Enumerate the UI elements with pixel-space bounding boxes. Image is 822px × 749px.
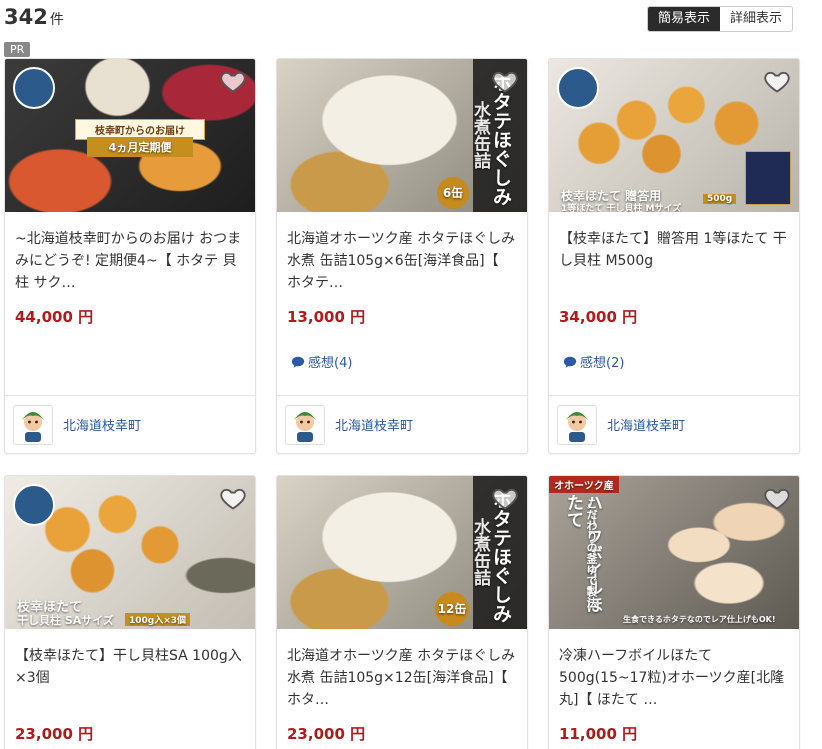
product-price: 11,000 円 <box>559 725 638 743</box>
pr-badge: PR <box>4 42 31 57</box>
product-price: 13,000 円 <box>287 308 366 326</box>
favorite-heart-icon[interactable] <box>763 484 791 512</box>
product-card[interactable]: オホーツク産 ハーフボイルほたて こだわりの釜ゆで製法 生食できるホタテなのでレ… <box>548 475 800 749</box>
favorite-heart-icon[interactable] <box>219 67 247 95</box>
shop-mascot-icon <box>285 404 325 445</box>
image-caption: オホーツク産 <box>549 476 619 493</box>
product-title[interactable]: 北海道オホーツク産 ホタテほぐしみ水煮 缶詰105g×12缶[海洋食品]【 ホタ… <box>277 645 527 711</box>
favorite-heart-icon[interactable] <box>219 484 247 512</box>
result-count: 342 件 <box>4 5 64 29</box>
review-count[interactable]: 感想(2) <box>580 352 624 371</box>
image-caption: こだわりの釜ゆで製法 <box>585 498 598 608</box>
product-price: 23,000 円 <box>287 725 366 743</box>
product-price: 44,000 円 <box>15 308 94 326</box>
speech-bubble-icon <box>291 356 305 368</box>
gift-box <box>745 151 791 205</box>
image-caption: 干し貝柱 SAサイズ <box>17 614 114 627</box>
image-caption: 生食できるホタテなのでレア仕上げもOK! <box>623 615 776 624</box>
image-caption: 水煮缶詰 <box>470 518 490 586</box>
result-count-unit: 件 <box>49 12 64 28</box>
shop-emblem <box>557 67 599 109</box>
image-caption: 4ヵ月定期便 <box>87 137 193 157</box>
product-title[interactable]: 冷凍ハーフボイルほたて500g(15~17粒)オホーツク産[北隆丸]【 ほたて … <box>549 645 799 711</box>
favorite-heart-icon[interactable] <box>763 67 791 95</box>
favorite-heart-icon[interactable] <box>491 67 519 95</box>
shop-row[interactable]: 北海道枝幸町 <box>5 395 255 453</box>
result-count-number: 342 <box>4 5 48 29</box>
review-link[interactable]: 感想(2) <box>563 352 624 371</box>
image-caption: 100g入×3個 <box>125 613 191 626</box>
shop-emblem <box>13 484 55 526</box>
image-caption: 12缶 <box>435 592 469 626</box>
shop-row[interactable]: 北海道枝幸町 <box>549 395 799 453</box>
product-card[interactable]: 枝幸ほたて 贈答用 1等ほたて 干し貝柱 Mサイズ 500g 【枝幸ほたて】贈答… <box>548 58 800 454</box>
product-title[interactable]: 【枝幸ほたて】干し貝柱SA 100g入×3個 <box>5 645 255 711</box>
favorite-heart-icon[interactable] <box>491 484 519 512</box>
image-caption: 1等ほたて 干し貝柱 Mサイズ <box>561 204 682 212</box>
product-title[interactable]: ~北海道枝幸町からのお届け おつまみにどうぞ! 定期便4~【 ホタテ 貝柱 サク… <box>5 228 255 294</box>
image-caption: 6缶 <box>437 177 469 209</box>
shop-mascot-icon <box>557 404 597 445</box>
product-card[interactable]: 枝幸町からのお届け 4ヵ月定期便 ~北海道枝幸町からのお届け おつまみにどうぞ!… <box>4 58 256 454</box>
product-image[interactable]: 枝幸ほたて 贈答用 1等ほたて 干し貝柱 Mサイズ 500g <box>549 59 799 212</box>
product-image[interactable]: 枝幸町からのお届け 4ヵ月定期便 <box>5 59 255 212</box>
product-price: 34,000 円 <box>559 308 638 326</box>
view-simple-button[interactable]: 簡易表示 <box>648 7 721 31</box>
product-card[interactable]: ホタテほぐしみ 水煮缶詰 6缶 北海道オホーツク産 ホタテほぐしみ水煮 缶詰10… <box>276 58 528 454</box>
speech-bubble-icon <box>563 356 577 368</box>
shop-emblem <box>13 67 55 109</box>
shop-name[interactable]: 北海道枝幸町 <box>335 415 413 434</box>
product-image[interactable]: ホタテほぐしみ 水煮缶詰 12缶 <box>277 476 527 629</box>
image-caption: 水煮缶詰 <box>470 101 490 169</box>
shop-name[interactable]: 北海道枝幸町 <box>607 415 685 434</box>
product-card[interactable]: 枝幸ほたて 干し貝柱 SAサイズ 100g入×3個 【枝幸ほたて】干し貝柱SA … <box>4 475 256 749</box>
review-count[interactable]: 感想(4) <box>308 352 352 371</box>
image-caption: 500g <box>703 194 737 204</box>
product-image[interactable]: ホタテほぐしみ 水煮缶詰 6缶 <box>277 59 527 212</box>
product-title[interactable]: 北海道オホーツク産 ホタテほぐしみ水煮 缶詰105g×6缶[海洋食品]【 ホタテ… <box>277 228 527 294</box>
product-price: 23,000 円 <box>15 725 94 743</box>
product-image[interactable]: オホーツク産 ハーフボイルほたて こだわりの釜ゆで製法 生食できるホタテなのでレ… <box>549 476 799 629</box>
view-toggle: 簡易表示 詳細表示 <box>647 6 794 32</box>
shop-mascot-icon <box>13 404 53 445</box>
product-card[interactable]: ホタテほぐしみ 水煮缶詰 12缶 北海道オホーツク産 ホタテほぐしみ水煮 缶詰1… <box>276 475 528 749</box>
shop-name[interactable]: 北海道枝幸町 <box>63 415 141 434</box>
review-link[interactable]: 感想(4) <box>291 352 352 371</box>
shop-row[interactable]: 北海道枝幸町 <box>277 395 527 453</box>
results-header: 342 件 簡易表示 詳細表示 <box>0 0 822 40</box>
product-image[interactable]: 枝幸ほたて 干し貝柱 SAサイズ 100g入×3個 <box>5 476 255 629</box>
product-title[interactable]: 【枝幸ほたて】贈答用 1等ほたて 干し貝柱 M500g <box>549 228 799 294</box>
view-detail-button[interactable]: 詳細表示 <box>720 7 793 31</box>
